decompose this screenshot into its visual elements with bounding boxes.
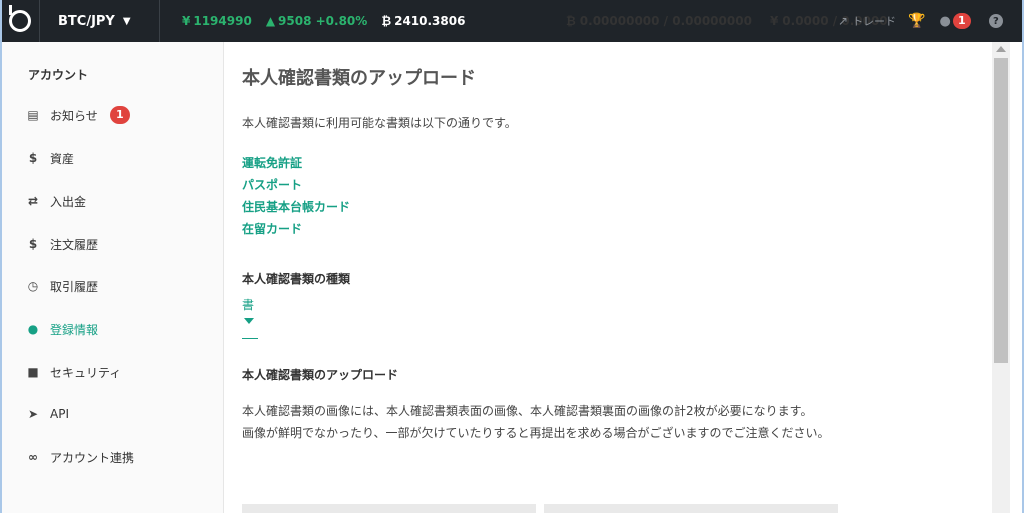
sidebar-title: アカウント [28,68,89,82]
sidebar-item-label: 取引履歴 [50,279,99,294]
bitcoin-icon: ₿ [566,14,576,28]
scroll-up-icon[interactable] [996,46,1006,52]
upload-front-box[interactable] [242,504,536,513]
logo[interactable] [0,0,40,42]
send-icon: ➤ [27,407,39,421]
sidebar-item-label: セキュリティ [50,365,122,380]
doc-type-heading: 本人確認書類の種類 [242,272,351,286]
sidebar-item-label: お知らせ [50,108,98,123]
doc-link-passport[interactable]: パスポート [242,176,302,193]
sidebar-item-security[interactable]: ■ セキュリティ [26,362,121,382]
sidebar-item-registration[interactable]: ● 登録情報 [26,319,98,339]
doc-link-residence-card[interactable]: 在留カード [242,220,302,237]
clock-icon: ◷ [27,279,39,293]
sidebar-item-deposit-withdraw[interactable]: ⇄ 入出金 [26,191,86,211]
page-title: 本人確認書類のアップロード [242,68,476,89]
dollar-icon: $ [28,237,38,251]
top-right-menu: ↗ トレード 🏆 ● 1 ? [838,0,1003,42]
yen-icon: ¥ [182,14,191,28]
pair-selector[interactable]: BTC/JPY ▼ [40,0,160,42]
trade-link[interactable]: ↗ トレード [838,13,896,29]
select-underline [242,338,258,339]
sidebar-item-trade-history[interactable]: ◷ 取引履歴 [26,276,98,296]
upload-description: 本人確認書類の画像には、本人確認書類表面の画像、本人確認書類裏面の画像の計2枚が… [242,400,842,444]
caret-down-icon[interactable] [244,318,254,324]
user-icon: ● [27,322,39,336]
sidebar-item-label: 入出金 [50,194,87,209]
notification-badge[interactable]: 1 [952,13,971,29]
bitcoin-icon: ₿ [381,14,392,28]
sidebar: アカウント ▤ お知らせ 1 $ 資産 ⇄ 入出金 $ 注文履歴 ◷ 取引履歴 … [2,42,224,513]
trend-up-icon: ↗ [838,14,849,28]
doc-type-select[interactable]: 書 [242,296,254,313]
transfer-icon: ⇄ [27,194,39,208]
sidebar-item-label: アカウント連携 [50,450,135,465]
pair-label: BTC/JPY [58,13,115,29]
sidebar-item-assets[interactable]: $ 資産 [26,148,74,168]
doc-link-drivers-license[interactable]: 運転免許証 [242,154,302,171]
volume: 2410.3806 [394,14,466,28]
btc-balance: 0.00000000 / 0.00000000 [579,14,752,28]
scroll-thumb[interactable] [994,58,1008,363]
doc-link-resident-card[interactable]: 住民基本台帳カード [242,198,350,215]
notification-badge: 1 [109,106,130,124]
trophy-icon[interactable]: 🏆 [908,13,925,29]
help-icon[interactable]: ? [988,14,1003,28]
last-price: 1194990 [193,14,252,28]
logo-icon [8,5,31,32]
user-icon[interactable]: ● [940,14,951,29]
sidebar-item-notifications[interactable]: ▤ お知らせ 1 [26,105,130,125]
yen-icon: ¥ [769,14,779,28]
trade-label: トレード [852,15,897,28]
link-icon: ∞ [28,450,38,464]
upload-heading: 本人確認書類のアップロード [242,368,399,382]
window-edge [1010,42,1022,513]
price-change: 9508 +0.80% [278,14,368,28]
caret-up-icon: ▲ [265,14,276,28]
main-content: 本人確認書類のアップロード 本人確認書類に利用可能な書類は以下の通りです。 運転… [224,42,992,513]
ticker: ¥ 1194990 ▲ 9508 +0.80% ₿ 2410.3806 [160,14,465,28]
upload-desc-line: 画像が鮮明でなかったり、一部が欠けていたりすると再提出を求める場合がございますの… [242,426,830,440]
upload-back-box[interactable] [544,504,838,513]
lock-icon: ■ [27,365,39,379]
sidebar-item-label: 登録情報 [50,322,99,337]
sidebar-item-label: 資産 [50,151,75,166]
inbox-icon: ▤ [27,108,39,122]
sidebar-item-label: 注文履歴 [50,237,99,252]
chevron-down-icon: ▼ [122,15,131,27]
scrollbar[interactable] [992,42,1010,513]
sidebar-item-account-link[interactable]: ∞ アカウント連携 [26,447,134,467]
dollar-icon: $ [28,151,38,165]
intro-text: 本人確認書類に利用可能な書類は以下の通りです。 [242,116,517,130]
upload-desc-line: 本人確認書類の画像には、本人確認書類表面の画像、本人確認書類裏面の画像の計2枚が… [242,404,813,418]
sidebar-item-order-history[interactable]: $ 注文履歴 [26,234,98,254]
sidebar-item-label: API [50,407,69,421]
sidebar-item-api[interactable]: ➤ API [26,404,69,424]
